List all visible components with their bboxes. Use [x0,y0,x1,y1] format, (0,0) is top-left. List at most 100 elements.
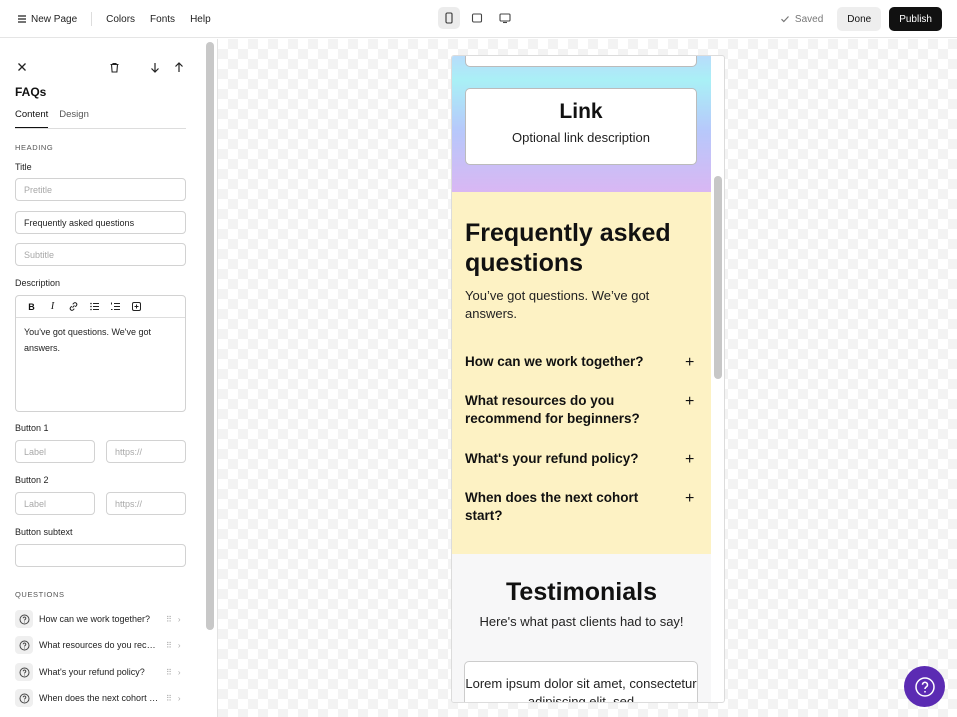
delete-button[interactable] [107,60,121,74]
move-down-button[interactable] [148,60,162,74]
chevron-right-icon[interactable]: › [178,668,181,677]
help-button[interactable] [904,666,945,707]
description-label: Description [15,278,61,288]
move-up-button[interactable] [172,60,186,74]
editor-sidebar: FAQs Content Design HEADING Title Pretit… [0,39,203,717]
drag-handle-icon[interactable]: ⠿ [166,694,172,703]
menu-icon [18,15,26,23]
tab-content[interactable]: Content [15,109,49,128]
desktop-view-button[interactable] [494,7,516,29]
button1-url-input[interactable]: https:// [106,440,186,463]
links-section: Link Optional link description [452,56,711,192]
preview-scrollbar[interactable] [714,176,722,379]
phone-icon [445,12,453,24]
chevron-right-icon[interactable]: › [178,694,181,703]
link-title: Link [559,100,603,123]
desktop-icon [499,13,511,24]
close-icon [18,63,26,71]
saved-status: Saved [780,14,823,25]
page-menu-button[interactable]: New Page [17,14,77,25]
drag-handle-icon[interactable]: ⠿ [166,668,172,677]
question-item[interactable]: What's your refund policy? ⠿ › [15,662,187,682]
title-input[interactable]: Frequently asked questions [15,211,186,234]
button2-label: Button 2 [15,475,49,485]
help-icon [914,676,935,697]
link-card[interactable]: Link Optional link description [465,88,697,165]
plus-icon[interactable]: + [685,452,694,468]
plus-icon[interactable]: + [685,394,694,410]
fonts-menu[interactable]: Fonts [150,14,175,25]
button-subtext-input[interactable] [15,544,186,567]
subtitle-input[interactable]: Subtitle [15,243,186,266]
question-icon [15,689,33,707]
rich-text-toolbar: B I [16,296,185,318]
button-subtext-label: Button subtext [15,527,73,537]
mobile-preview: Link Optional link description Frequentl… [451,55,725,703]
question-item[interactable]: What resources do you recommend for begi… [15,635,187,655]
button1-label: Button 1 [15,423,49,433]
link-icon[interactable] [67,300,80,313]
arrow-down-icon [151,62,159,73]
testimonial-card[interactable]: Lorem ipsum dolor sit amet, consectetur … [464,661,698,702]
faq-subheading: You’ve got questions. We’ve got answers. [465,288,650,321]
help-menu[interactable]: Help [190,14,211,25]
button2-url-input[interactable]: https:// [106,492,186,515]
faq-question[interactable]: What resources do you recommend for begi… [465,392,665,428]
colors-menu[interactable]: Colors [106,14,135,25]
chevron-right-icon[interactable]: › [178,641,181,650]
faq-heading: Frequently asked questions [465,219,671,277]
publish-button[interactable]: Publish [889,7,942,31]
top-bar-right: Saved Done Publish [780,7,942,31]
plus-icon[interactable]: + [685,355,694,371]
questions-section-label: QUESTIONS [15,590,65,599]
done-button[interactable]: Done [837,7,882,31]
embed-icon[interactable] [130,300,143,313]
divider [91,12,93,26]
faq-question[interactable]: When does the next cohort start? [465,489,665,525]
pretitle-input[interactable]: Pretitle [15,178,186,201]
check-icon [780,16,789,23]
question-item[interactable]: How can we work together? ⠿ › [15,609,187,629]
bullet-list-icon[interactable] [88,300,101,313]
italic-icon[interactable]: I [46,300,59,313]
tablet-view-button[interactable] [466,7,488,29]
sidebar-scrollbar[interactable] [206,42,214,630]
mobile-view-button[interactable] [438,7,460,29]
plus-icon[interactable]: + [685,491,694,507]
title-label: Title [15,162,32,172]
faq-question[interactable]: How can we work together? [465,353,675,371]
question-label: What resources do you recommend for begi… [39,640,160,650]
question-item[interactable]: When does the next cohort start? ⠿ › [15,688,187,708]
question-label: What's your refund policy? [39,667,145,677]
top-bar: New Page Colors Fonts Help Saved Done Pu… [0,0,957,38]
faq-question[interactable]: What's your refund policy? [465,450,675,468]
tablet-icon [471,13,483,23]
device-switcher [438,7,516,29]
arrow-up-icon [175,61,183,72]
description-editor[interactable]: B I You've got questions. We've got answ… [15,295,186,412]
question-label: When does the next cohort start? [39,693,160,703]
question-icon [15,610,33,628]
sidebar-tabs: Content Design [15,109,186,129]
question-icon [15,636,33,654]
description-text: You've got questions. We've got answers. [24,327,152,353]
close-button[interactable] [15,60,29,74]
chevron-right-icon[interactable]: › [178,615,181,624]
question-icon [15,663,33,681]
page-menu-label: New Page [31,13,78,25]
sidebar-toolbar [15,60,187,74]
testimonials-section[interactable]: Testimonials Here's what past clients ha… [452,554,711,702]
drag-handle-icon[interactable]: ⠿ [166,615,172,624]
button2-label-input[interactable]: Label [15,492,95,515]
numbered-list-icon[interactable] [109,300,122,313]
question-label: How can we work together? [39,614,151,624]
faq-section[interactable]: Frequently asked questions You’ve got qu… [452,192,711,554]
link-description: Optional link description [511,130,651,145]
drag-handle-icon[interactable]: ⠿ [166,641,172,650]
link-card[interactable] [465,56,697,67]
tab-design[interactable]: Design [59,109,89,128]
testimonials-subheading: Here's what past clients had to say! [479,614,684,629]
top-bar-left: New Page Colors Fonts Help [17,0,211,38]
bold-icon[interactable]: B [25,300,38,313]
button1-label-input[interactable]: Label [15,440,95,463]
